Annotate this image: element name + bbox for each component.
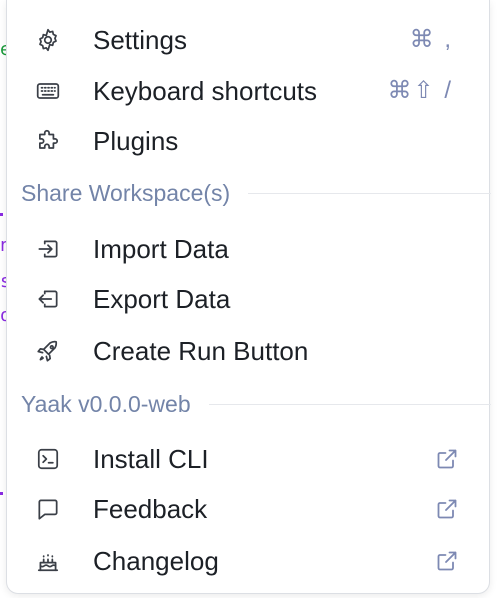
background-fragment xyxy=(0,213,3,216)
puzzle-icon xyxy=(35,128,61,154)
import-icon xyxy=(35,236,61,262)
cake-icon xyxy=(35,548,61,574)
menu-item-label: Plugins xyxy=(93,126,179,156)
menu-item-settings[interactable]: Settings ⌘ , xyxy=(7,16,489,64)
menu-item-label: Import Data xyxy=(93,234,229,264)
menu-item-label: Feedback xyxy=(93,494,208,524)
message-icon xyxy=(35,496,61,522)
menu-item-label: Export Data xyxy=(93,284,231,314)
section-header-version: Yaak v0.0.0-web xyxy=(21,389,491,419)
menu-item-label: Changelog xyxy=(93,546,219,576)
menu-item-plugins[interactable]: Plugins xyxy=(7,117,489,165)
external-link-icon xyxy=(435,497,459,521)
section-title: Yaak v0.0.0-web xyxy=(21,390,191,417)
menu-item-keyboard-shortcuts[interactable]: Keyboard shortcuts ⌘⇧ / xyxy=(7,67,489,115)
menu-item-label: Keyboard shortcuts xyxy=(93,76,318,106)
hotkey-settings: ⌘ , xyxy=(409,26,453,53)
section-divider xyxy=(248,192,491,194)
background-fragment xyxy=(0,492,3,495)
menu-item-create-run-button[interactable]: Create Run Button xyxy=(7,327,489,375)
keyboard-icon xyxy=(35,78,61,104)
menu-item-import-data[interactable]: Import Data xyxy=(7,225,489,273)
gear-icon xyxy=(35,27,61,53)
menu-item-export-data[interactable]: Export Data xyxy=(7,275,489,323)
section-divider xyxy=(208,403,491,405)
menu-item-label: Install CLI xyxy=(93,444,209,474)
menu-item-install-cli[interactable]: Install CLI xyxy=(7,435,489,483)
menu-item-label: Settings xyxy=(93,25,187,55)
rocket-icon xyxy=(35,338,61,364)
menu-item-label: Create Run Button xyxy=(93,336,309,366)
section-title: Share Workspace(s) xyxy=(21,179,231,206)
menu-item-feedback[interactable]: Feedback xyxy=(7,485,489,533)
menu-item-changelog[interactable]: Changelog xyxy=(7,537,489,585)
export-icon xyxy=(35,286,61,312)
app-menu-dropdown: Settings ⌘ , Keyboard shortcuts ⌘⇧ / Plu… xyxy=(6,0,491,594)
section-header-share-workspace: Share Workspace(s) xyxy=(21,178,491,208)
external-link-icon xyxy=(435,549,459,573)
external-link-icon xyxy=(435,447,459,471)
hotkey-keyboard-shortcuts: ⌘⇧ / xyxy=(387,77,453,104)
terminal-icon xyxy=(35,446,61,472)
